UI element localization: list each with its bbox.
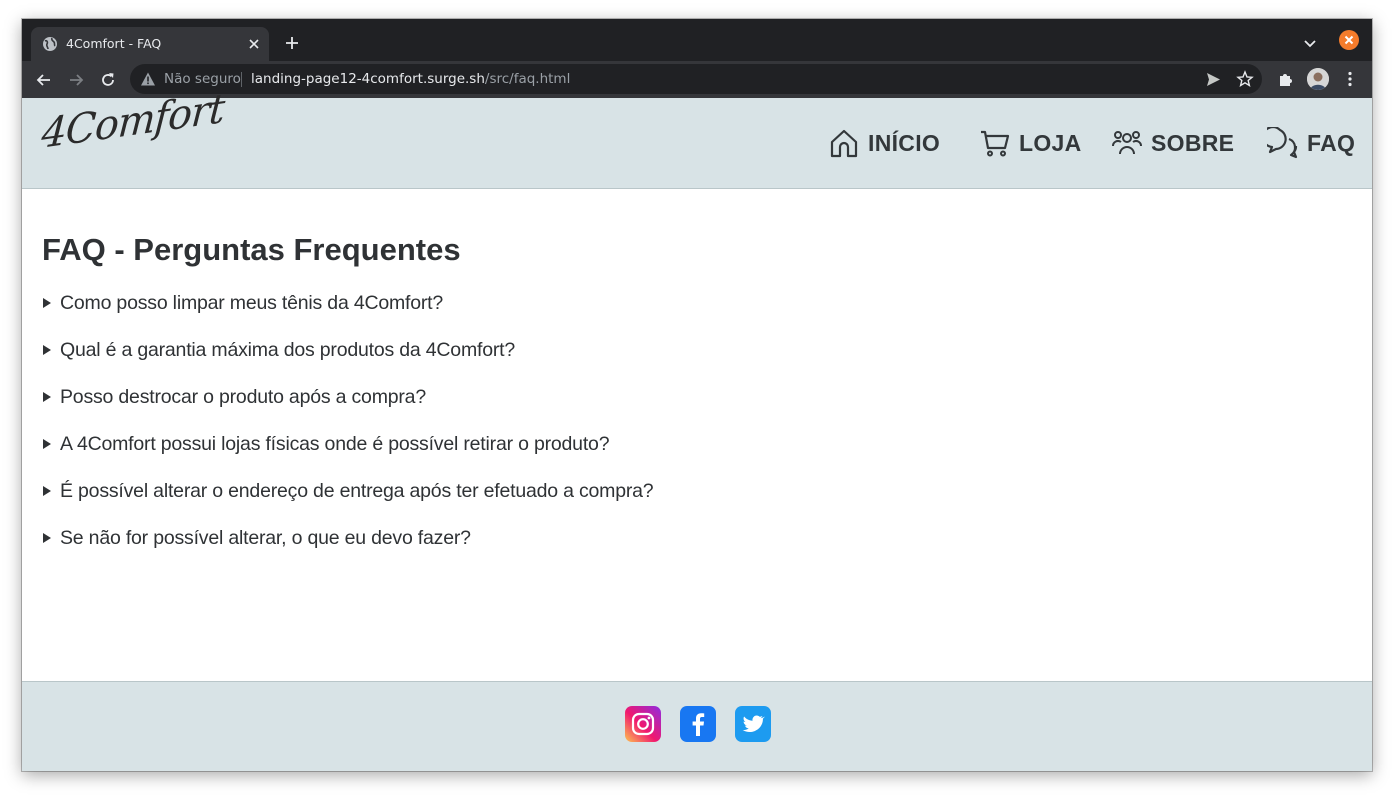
nav-label: LOJA xyxy=(1019,129,1082,156)
chat-bubbles-icon xyxy=(1267,127,1298,159)
faq-list: Como posso limpar meus tênis da 4Comfort… xyxy=(42,292,654,574)
chevron-down-icon[interactable] xyxy=(1301,34,1319,52)
kebab-menu-icon[interactable] xyxy=(1341,70,1359,88)
twitter-icon xyxy=(735,706,771,742)
site-footer xyxy=(22,681,1372,771)
puzzle-icon[interactable] xyxy=(1277,70,1295,88)
url-host: landing-page12-4comfort.surge.sh xyxy=(251,71,485,87)
faq-question-3[interactable]: Posso destrocar o produto após a compra? xyxy=(42,386,653,433)
disclosure-triangle-icon xyxy=(43,345,51,355)
faq-question-4[interactable]: A 4Comfort possui lojas físicas onde é p… xyxy=(42,433,653,480)
back-arrow-icon[interactable] xyxy=(34,70,54,90)
globe-icon xyxy=(43,37,57,51)
window-close-button[interactable] xyxy=(1339,30,1359,50)
nav-loja[interactable]: LOJA xyxy=(979,126,1082,160)
faq-question-text: Como posso limpar meus tênis da 4Comfort… xyxy=(60,292,444,314)
faq-question-text: A 4Comfort possui lojas físicas onde é p… xyxy=(60,433,610,455)
close-icon xyxy=(1344,35,1354,45)
page-content: 4Comfort INÍCIO LOJA SOBRE FAQ FAQ - Per… xyxy=(22,85,1372,771)
nav-sobre[interactable]: SOBRE xyxy=(1111,126,1234,160)
nav-label: SOBRE xyxy=(1151,129,1235,156)
page-title: FAQ - Perguntas Frequentes xyxy=(42,232,461,267)
nav-faq[interactable]: FAQ xyxy=(1267,126,1355,160)
disclosure-triangle-icon xyxy=(43,392,51,402)
cart-icon xyxy=(981,130,1010,157)
twitter-link[interactable] xyxy=(735,706,771,742)
instagram-icon xyxy=(625,706,661,742)
faq-question-2[interactable]: Qual é a garantia máxima dos produtos da… xyxy=(42,339,653,386)
faq-question-text: Posso destrocar o produto após a compra? xyxy=(60,386,426,408)
security-label[interactable]: Não seguro xyxy=(164,71,241,87)
close-icon[interactable] xyxy=(245,35,263,53)
users-icon xyxy=(1112,131,1142,155)
browser-window: 4Comfort - FAQ Não seguro landing-page12… xyxy=(22,19,1372,771)
nav-inicio[interactable]: INÍCIO xyxy=(828,126,940,160)
forward-arrow-icon[interactable] xyxy=(66,70,86,90)
facebook-icon xyxy=(680,706,716,742)
tab-title: 4Comfort - FAQ xyxy=(66,36,162,51)
facebook-link[interactable] xyxy=(680,706,716,742)
disclosure-triangle-icon xyxy=(43,486,51,496)
plus-icon[interactable] xyxy=(282,33,302,53)
url-path: /src/faq.html xyxy=(484,71,571,87)
faq-question-text: Qual é a garantia máxima dos produtos da… xyxy=(60,339,516,361)
send-icon[interactable] xyxy=(1205,71,1222,88)
nav-label: INÍCIO xyxy=(868,129,941,156)
faq-question-5[interactable]: É possível alterar o endereço de entrega… xyxy=(42,480,654,527)
avatar[interactable] xyxy=(1307,68,1329,90)
faq-question-1[interactable]: Como posso limpar meus tênis da 4Comfort… xyxy=(42,292,653,339)
omnibox-divider xyxy=(241,72,242,87)
address-bar[interactable]: Não seguro landing-page12-4comfort.surge… xyxy=(130,64,1262,94)
nav-label: FAQ xyxy=(1307,129,1356,156)
star-icon[interactable] xyxy=(1236,70,1254,88)
tab-active[interactable]: 4Comfort - FAQ xyxy=(31,27,269,61)
url-text[interactable]: landing-page12-4comfort.surge.sh/src/faq… xyxy=(251,71,570,87)
profile-picture-icon xyxy=(1307,68,1329,90)
warning-icon xyxy=(141,72,155,86)
faq-question-text: É possível alterar o endereço de entrega… xyxy=(60,480,654,502)
reload-icon[interactable] xyxy=(98,70,118,90)
faq-question-text: Se não for possível alterar, o que eu de… xyxy=(60,527,471,549)
instagram-link[interactable] xyxy=(625,706,661,742)
tab-strip: 4Comfort - FAQ xyxy=(22,19,1372,61)
site-header: 4Comfort INÍCIO LOJA SOBRE FAQ xyxy=(22,85,1372,189)
disclosure-triangle-icon xyxy=(43,533,51,543)
faq-question-6[interactable]: Se não for possível alterar, o que eu de… xyxy=(42,527,653,574)
disclosure-triangle-icon xyxy=(43,439,51,449)
home-icon xyxy=(830,129,858,158)
disclosure-triangle-icon xyxy=(43,298,51,308)
